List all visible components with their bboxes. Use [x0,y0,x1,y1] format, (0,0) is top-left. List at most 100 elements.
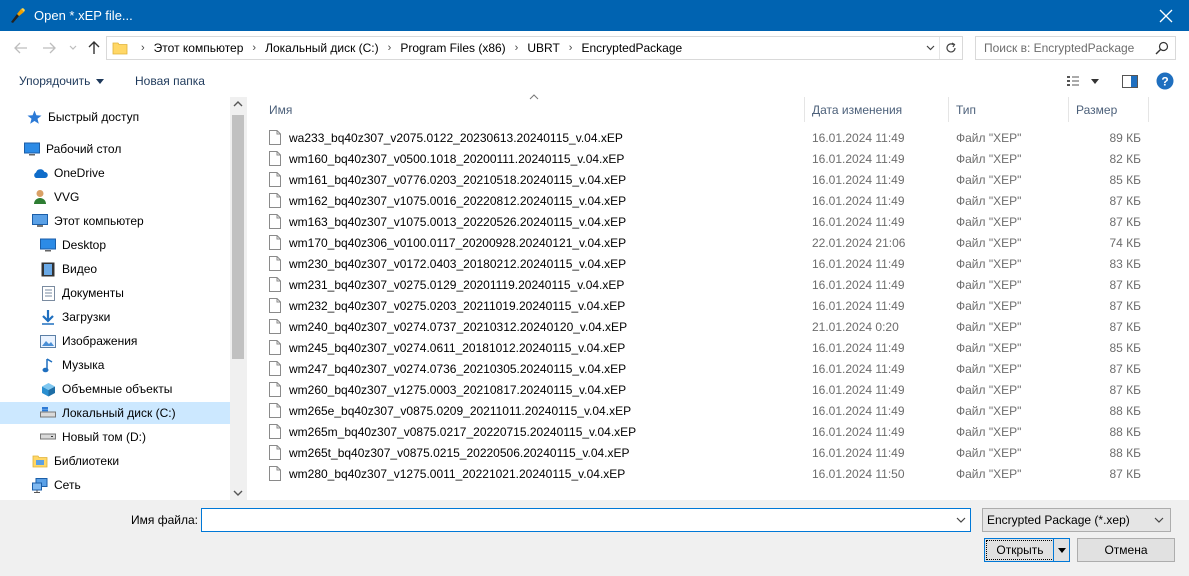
table-row[interactable]: wm230_bq40z307_v0172.0403_20180212.20240… [269,253,1169,274]
up-button[interactable] [85,39,103,57]
nav-item-desktop-root[interactable]: Рабочий стол [24,138,121,160]
scroll-down-icon[interactable] [233,490,243,497]
table-row[interactable]: wm245_bq40z307_v0274.0611_20181012.20240… [269,337,1169,358]
nav-item-local-disk-c[interactable]: Локальный диск (C:) [0,402,230,424]
file-name-cell[interactable]: wm240_bq40z307_v0274.0737_20210312.20240… [269,316,627,337]
nav-item-pictures[interactable]: Изображения [40,330,137,352]
column-header-type[interactable]: Тип [949,97,1069,122]
nav-item-drive-d[interactable]: Новый том (D:) [40,426,146,448]
table-row[interactable]: wm260_bq40z307_v1275.0003_20210817.20240… [269,379,1169,400]
file-type-select[interactable]: Encrypted Package (*.xep) [982,508,1171,532]
column-header-date[interactable]: Дата изменения [805,97,949,122]
file-name-cell[interactable]: wm231_bq40z307_v0275.0129_20201119.20240… [269,274,624,295]
chevron-down-icon[interactable] [954,512,968,528]
address-bar[interactable]: › Этот компьютер › Локальный диск (C:) ›… [106,36,963,60]
file-type: Файл "XEP" [956,319,1022,334]
close-button[interactable] [1143,0,1189,31]
file-name-cell[interactable]: wm245_bq40z307_v0274.0611_20181012.20240… [269,337,625,358]
nav-item-this-pc[interactable]: Этот компьютер [32,210,144,232]
file-name-cell[interactable]: wm170_bq40z306_v0100.0117_20200928.20240… [269,232,626,253]
file-name-cell[interactable]: wm163_bq40z307_v1075.0013_20220526.20240… [269,211,626,232]
table-row[interactable]: wm161_bq40z307_v0776.0203_20210518.20240… [269,169,1169,190]
table-row[interactable]: wa233_bq40z307_v2075.0122_20230613.20240… [269,127,1169,148]
crumb-ubrt[interactable]: UBRT [527,41,559,55]
file-name-cell[interactable]: wm160_bq40z307_v0500.1018_20200111.20240… [269,148,624,169]
address-history-dropdown[interactable] [922,37,940,59]
file-icon [269,403,281,418]
breadcrumb-separator[interactable]: › [515,42,519,54]
cancel-button[interactable]: Отмена [1077,538,1175,562]
table-row[interactable]: wm265e_bq40z307_v0875.0209_20211011.2024… [269,400,1169,421]
folder-icon [112,42,128,55]
file-name-cell[interactable]: wm265t_bq40z307_v0875.0215_20220506.2024… [269,442,630,463]
nav-item-onedrive[interactable]: OneDrive [32,162,105,184]
new-folder-button[interactable]: Новая папка [135,74,205,88]
nav-label: VVG [54,190,80,204]
file-name-cell[interactable]: wm265e_bq40z307_v0875.0209_20211011.2024… [269,400,631,421]
file-name-cell[interactable]: wm161_bq40z307_v0776.0203_20210518.20240… [269,169,626,190]
crumb-program-files[interactable]: Program Files (x86) [400,41,505,55]
file-name: wm170_bq40z306_v0100.0117_20200928.20240… [289,235,627,250]
table-row[interactable]: wm280_bq40z307_v1275.0011_20221021.20240… [269,463,1169,484]
table-row[interactable]: wm162_bq40z307_v1075.0016_20220812.20240… [269,190,1169,211]
nav-label: OneDrive [54,166,105,180]
nav-item-downloads[interactable]: Загрузки [40,306,110,328]
file-size: 87 КБ [1109,361,1141,376]
breadcrumb-separator[interactable]: › [569,42,573,54]
view-options-button[interactable] [1064,69,1102,93]
table-row[interactable]: wm247_bq40z307_v0274.0736_20210305.20240… [269,358,1169,379]
crumb-this-pc[interactable]: Этот компьютер [154,41,244,55]
column-header-name[interactable]: Имя [262,97,805,122]
file-name: wm163_bq40z307_v1075.0013_20220526.20240… [289,214,627,229]
breadcrumb-separator[interactable]: › [252,42,256,54]
table-row[interactable]: wm160_bq40z307_v0500.1018_20200111.20240… [269,148,1169,169]
search-box[interactable]: Поиск в: EncryptedPackage [975,36,1176,60]
back-button[interactable] [12,39,30,57]
nav-item-quick-access[interactable]: Быстрый доступ [26,106,139,128]
table-row[interactable]: wm265m_bq40z307_v0875.0217_20220715.2024… [269,421,1169,442]
file-name: wm232_bq40z307_v0275.0203_20211019.20240… [289,298,626,313]
file-name-cell[interactable]: wa233_bq40z307_v2075.0122_20230613.20240… [269,127,623,148]
scroll-up-icon[interactable] [233,100,243,107]
filename-field[interactable] [201,508,971,532]
table-row[interactable]: wm265t_bq40z307_v0875.0215_20220506.2024… [269,442,1169,463]
open-options-dropdown[interactable] [1053,539,1069,561]
scrollbar-thumb[interactable] [232,115,244,359]
refresh-button[interactable] [940,37,962,59]
file-name-cell[interactable]: wm232_bq40z307_v0275.0203_20211019.20240… [269,295,625,316]
open-button[interactable]: Открыть [984,538,1070,562]
crumb-encrypted-package[interactable]: EncryptedPackage [581,41,682,55]
recent-locations-button[interactable] [64,39,82,57]
nav-item-music[interactable]: Музыка [40,354,104,376]
file-name-cell[interactable]: wm162_bq40z307_v1075.0016_20220812.20240… [269,190,626,211]
nav-scrollbar[interactable] [230,97,246,500]
table-row[interactable]: wm163_bq40z307_v1075.0013_20220526.20240… [269,211,1169,232]
nav-item-libraries[interactable]: Библиотеки [32,450,119,472]
preview-pane-button[interactable] [1118,69,1142,93]
table-row[interactable]: wm231_bq40z307_v0275.0129_20201119.20240… [269,274,1169,295]
nav-item-desktop[interactable]: Desktop [40,234,106,256]
column-header-size[interactable]: Размер [1069,97,1149,122]
breadcrumb-separator[interactable]: › [388,42,392,54]
table-row[interactable]: wm170_bq40z306_v0100.0117_20200928.20240… [269,232,1169,253]
file-name-cell[interactable]: wm230_bq40z307_v0172.0403_20180212.20240… [269,253,626,274]
filename-input[interactable] [206,510,946,530]
nav-item-3d-objects[interactable]: Объемные объекты [40,378,172,400]
organize-button[interactable]: Упорядочить [19,74,105,88]
help-button[interactable]: ? [1154,69,1176,93]
table-row[interactable]: wm240_bq40z307_v0274.0737_20210312.20240… [269,316,1169,337]
search-icon[interactable] [1155,41,1169,55]
file-name-cell[interactable]: wm260_bq40z307_v1275.0003_20210817.20240… [269,379,626,400]
file-name-cell[interactable]: wm265m_bq40z307_v0875.0217_20220715.2024… [269,421,636,442]
table-row[interactable]: wm232_bq40z307_v0275.0203_20211019.20240… [269,295,1169,316]
file-size-cell: 87 КБ [1077,316,1141,337]
nav-item-documents[interactable]: Документы [40,282,124,304]
crumb-local-disk[interactable]: Локальный диск (C:) [265,41,379,55]
nav-item-network[interactable]: Сеть [32,474,81,496]
cancel-button-label: Отмена [1104,543,1148,557]
file-name-cell[interactable]: wm247_bq40z307_v0274.0736_20210305.20240… [269,358,626,379]
nav-item-user[interactable]: VVG [32,186,79,208]
file-name-cell[interactable]: wm280_bq40z307_v1275.0011_20221021.20240… [269,463,625,484]
forward-button[interactable] [40,39,58,57]
nav-item-videos[interactable]: Видео [40,258,97,280]
